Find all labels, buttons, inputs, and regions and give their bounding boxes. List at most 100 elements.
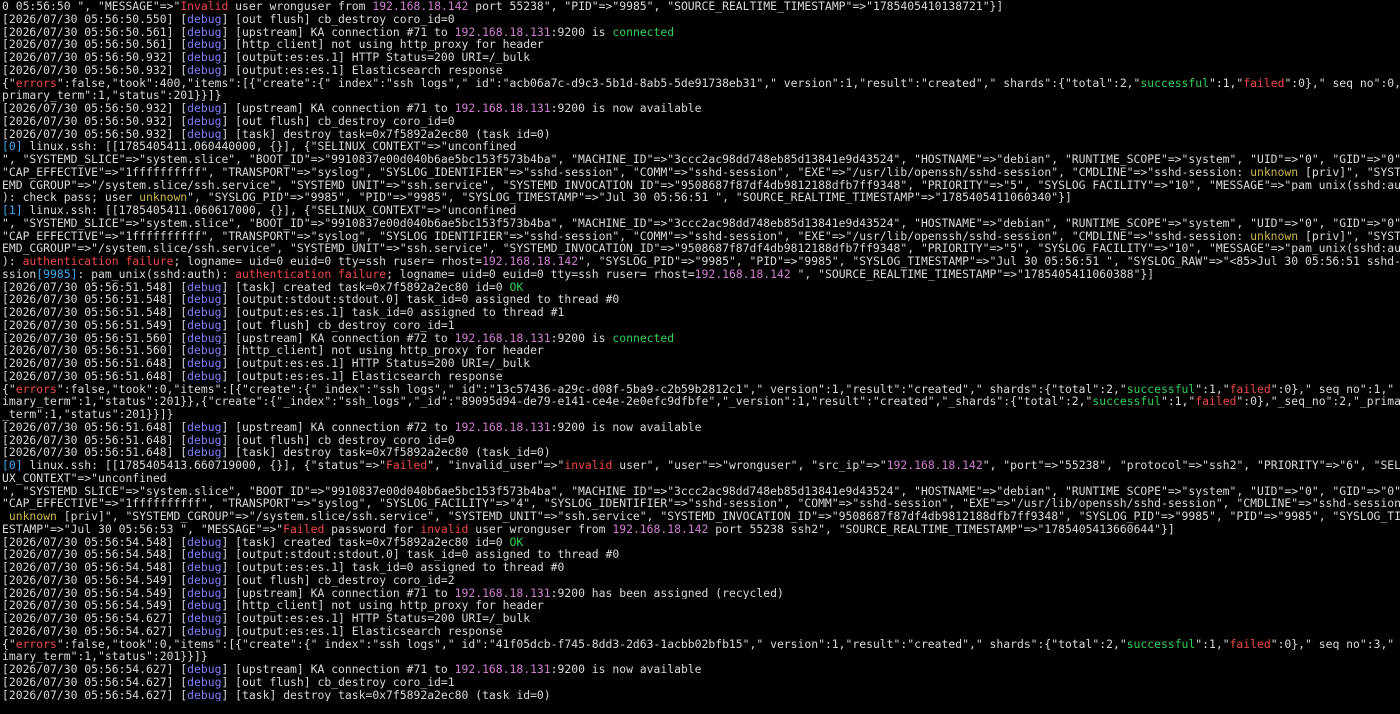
terminal-line: [2026/07/30 05:56:54.627] [debug] [upstr… [2, 663, 1400, 676]
terminal-line: [1] linux.ssh: [[1785405411.060617000, {… [2, 204, 1400, 217]
terminal-text-segment: [priv]", "SYSTEMD_CGROUP"=>"/system.slic… [56, 510, 1400, 523]
terminal-text-segment: ", "SYSLOG_PID"=>"9985", "PID"=>"9985", … [578, 255, 1400, 268]
terminal-text-segment: debug [187, 25, 222, 39]
terminal-text-segment: debug [187, 114, 222, 128]
terminal-text-segment: ":false,"took":0,"items":[{"create":{"_i… [56, 637, 1127, 651]
terminal-text-segment: debug [187, 420, 222, 434]
terminal-text-segment: debug [187, 102, 222, 115]
terminal-text-segment: ] [task] created task=0x7f5892a2ec80 id=… [221, 535, 510, 549]
terminal-line: [2026/07/30 05:56:54.549] [debug] [out f… [2, 574, 1400, 587]
terminal-text-segment: failed [1229, 382, 1271, 396]
terminal-text-segment: ":0},"_seq_no":2,"_primary [1236, 395, 1400, 408]
terminal-text-segment: ] [output:es:es.1] Elasticsearch respons… [221, 369, 503, 383]
terminal-text-segment: unknown [1250, 229, 1299, 243]
terminal-text-segment: UX_CONTEXT"=>"unconfined [2, 471, 167, 485]
terminal-text-segment: ] [out flush] cb_destroy coro_id=1 [221, 675, 455, 689]
terminal-text-segment: debug [187, 663, 222, 676]
terminal-text-segment: 192.168.18.142 [694, 267, 791, 281]
terminal-text-segment: linux.ssh: [[1785405413.660719000, {}], … [22, 459, 387, 472]
terminal-line: [2026/07/30 05:56:50.932] [debug] [outpu… [2, 64, 1400, 77]
terminal-text-segment: ] [output:es:es.1] HTTP Status=200 URI=/… [221, 612, 531, 625]
terminal-line: [2026/07/30 05:56:51.648] [debug] [outpu… [2, 370, 1400, 383]
terminal-line: "CAP_EFFECTIVE"=>"1ffffffffff", "TRANSPO… [2, 497, 1400, 510]
terminal-text-segment: [2026/07/30 05:56:50.932] [ [2, 102, 188, 115]
terminal-text-segment: port 55238 ssh2", "SOURCE_REALTIME_TIMES… [708, 522, 1175, 536]
terminal-text-segment: debug [187, 369, 222, 383]
terminal-text-segment: successful [1126, 637, 1196, 651]
terminal-text-segment: 192.168.18.131 [454, 331, 551, 345]
terminal-text-segment: debug [187, 357, 222, 370]
terminal-text-segment: ", "port"=>"55238", "protocol"=>"ssh2", … [982, 459, 1400, 472]
terminal-text-segment: [2026/07/30 05:56:51.548] [ [2, 293, 188, 306]
terminal-line: ", "SYSTEMD_SLICE"=>"system.slice", "BOO… [2, 485, 1400, 498]
terminal-text-segment: [priv]", "SYST [1298, 165, 1400, 179]
terminal-text-segment: ] [upstream] KA connection #71 to [221, 586, 455, 600]
terminal-text-segment: successful [1140, 76, 1209, 90]
terminal-text-segment: ): [2, 255, 23, 268]
terminal-text-segment: ] [http_client] not using http_proxy for… [221, 344, 544, 357]
terminal-line: imary_term":1,"status":201}},{"create":{… [2, 395, 1400, 408]
terminal-text-segment: debug [187, 63, 222, 77]
terminal-text-segment: failed [1229, 637, 1271, 651]
terminal-text-segment: Failed [386, 459, 428, 472]
terminal-line: [2026/07/30 05:56:51.648] [debug] [outpu… [2, 357, 1400, 370]
terminal-text-segment: debug [187, 127, 222, 141]
terminal-text-segment: [2026/07/30 05:56:51.549] [ [2, 318, 188, 332]
terminal-text-segment: ssion [2, 267, 37, 281]
terminal-text-segment: ] [out flush] cb_destroy coro_id=0 [221, 114, 455, 128]
terminal-text-segment: debug [187, 433, 222, 447]
terminal-text-segment: errors [15, 382, 57, 396]
terminal-text-segment: debug [187, 51, 222, 64]
terminal-text-segment: ", "invalid_user"=>" [427, 459, 565, 472]
terminal-line: ", "SYSTEMD_SLICE"=>"system.slice", "BOO… [2, 153, 1400, 166]
terminal-text-segment: ":1," [1195, 382, 1230, 396]
terminal-text-segment: 192.168.18.142 [482, 255, 579, 268]
terminal-text-segment: 192.168.18.142 [886, 459, 983, 472]
terminal-text-segment: [2026/07/30 05:56:50.932] [ [2, 127, 188, 141]
terminal-text-segment: [9985] [36, 267, 78, 281]
terminal-line: [0] linux.ssh: [[1785405411.060440000, {… [2, 140, 1400, 153]
terminal-line: [2026/07/30 05:56:54.627] [debug] [out f… [2, 676, 1400, 689]
terminal-text-segment: [2026/07/30 05:56:50.561] [ [2, 38, 188, 51]
terminal-line: 0 05:56:50 ", "MESSAGE"=>"Invalid user w… [2, 0, 1400, 13]
terminal-line: [2026/07/30 05:56:50.932] [debug] [outpu… [2, 51, 1400, 64]
terminal-text-segment: ] [out flush] cb_destroy coro_id=2 [221, 573, 455, 587]
terminal-text-segment: {" [2, 382, 16, 396]
terminal-text-segment: ] [out flush] cb_destroy coro_id=0 [221, 12, 455, 26]
terminal-line: ", "SYSTEMD_SLICE"=>"system.slice", "BOO… [2, 217, 1400, 230]
terminal-text-segment: ", "SYSLOG_PID"=>"9985", "PID"=>"9985", … [187, 191, 1072, 204]
terminal-text-segment: debug [187, 280, 222, 294]
terminal-text-segment: [0] [2, 140, 23, 153]
terminal-text-segment: 192.168.18.142 [612, 522, 709, 536]
terminal-text-segment: ":1," [1160, 395, 1196, 408]
terminal-text-segment: [2026/07/30 05:56:51.648] [ [2, 357, 188, 370]
terminal-text-segment: ] [upstream] KA connection #71 to [221, 102, 455, 115]
terminal-text-segment: debug [187, 306, 222, 319]
terminal-line: [2026/07/30 05:56:51.548] [debug] [outpu… [2, 306, 1400, 319]
terminal-text-segment: [2026/07/30 05:56:51.648] [ [2, 369, 188, 383]
terminal-text-segment: [2026/07/30 05:56:50.932] [ [2, 114, 188, 128]
terminal-text-segment: ] [output:es:es.1] task_id=0 assigned to… [221, 561, 565, 574]
terminal-text-segment: [2026/07/30 05:56:50.932] [ [2, 51, 188, 64]
terminal-text-segment: debug [187, 573, 222, 587]
terminal-text-segment: [2026/07/30 05:56:54.548] [ [2, 548, 188, 561]
terminal-line: [2026/07/30 05:56:54.627] [debug] [task]… [2, 689, 1400, 702]
terminal-text-segment: [2026/07/30 05:56:54.548] [ [2, 535, 188, 549]
terminal-line: UX_CONTEXT"=>"unconfined [2, 472, 1400, 485]
terminal-text-segment: successful [1126, 382, 1196, 396]
terminal-line: [2026/07/30 05:56:51.548] [debug] [outpu… [2, 293, 1400, 306]
terminal-text-segment: failed [1195, 395, 1237, 408]
terminal-text-segment: ":1," [1195, 637, 1230, 651]
terminal-text-segment: invalid [420, 522, 469, 536]
terminal-text-segment: linux.ssh: [[1785405411.060617000, {}], … [22, 204, 517, 217]
terminal-line: {"errors":false,"took":400,"items":[{"cr… [2, 77, 1400, 90]
terminal-output[interactable]: 0 05:56:50 ", "MESSAGE"=>"Invalid user w… [0, 0, 1400, 714]
terminal-text-segment: 192.168.18.142 [372, 0, 469, 13]
terminal-text-segment: {" [2, 637, 16, 651]
terminal-line: [2026/07/30 05:56:51.548] [debug] [task]… [2, 281, 1400, 294]
terminal-text-segment: unknown [139, 191, 188, 204]
terminal-text-segment: ] [output:es:es.1] task_id=0 assigned to… [221, 306, 565, 319]
terminal-text-segment: OK [509, 280, 524, 294]
terminal-text-segment: ] [task] destroy task=0x7f5892a2ec80 (ta… [221, 127, 551, 141]
terminal-text-segment: [2026/07/30 05:56:54.627] [ [2, 663, 188, 676]
